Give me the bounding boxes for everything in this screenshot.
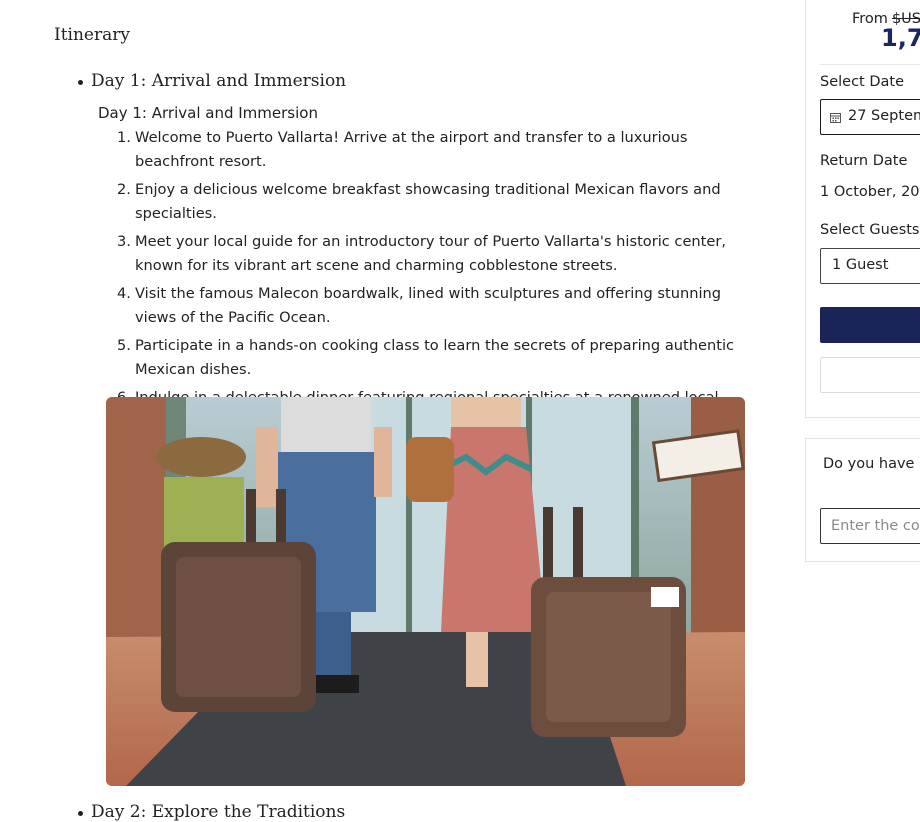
list-item: 1. Welcome to Puerto Vallarta! Arrive at … [117, 126, 747, 174]
travelers-luggage-photo [106, 397, 745, 786]
day-2-title[interactable]: Day 2: Explore the Traditions [91, 802, 345, 822]
item-text: Welcome to Puerto Vallarta! Arrive at th… [135, 129, 688, 170]
coupon-question: Do you have a [823, 456, 920, 472]
itinerary-heading: Itinerary [54, 25, 130, 45]
item-number: 2. [117, 181, 131, 198]
book-now-button[interactable] [820, 307, 920, 343]
select-guests-label: Select Guests [820, 222, 920, 238]
return-date-value: 1 October, 202 [820, 184, 920, 200]
guests-value: 1 Guest [832, 257, 889, 273]
date-picker-input[interactable]: 27 Septem [820, 99, 920, 135]
select-date-label: Select Date [820, 74, 904, 90]
list-item: 4. Visit the famous Malecon boardwalk, li… [117, 282, 747, 330]
activity-list: 1. Welcome to Puerto Vallarta! Arrive at … [117, 126, 747, 438]
item-number: 1. [117, 129, 131, 146]
coupon-code-input[interactable] [820, 508, 920, 544]
list-item: 2. Enjoy a delicious welcome breakfast sh… [117, 178, 747, 226]
bullet [78, 80, 83, 85]
list-item: 3. Meet your local guide for an introduct… [117, 230, 747, 278]
item-text: Enjoy a delicious welcome breakfast show… [135, 181, 721, 222]
day-1-title[interactable]: Day 1: Arrival and Immersion [91, 71, 346, 91]
item-number: 4. [117, 285, 131, 302]
item-number: 3. [117, 233, 131, 250]
divider [820, 64, 920, 65]
return-date-label: Return Date [820, 153, 908, 169]
item-text: Visit the famous Malecon boardwalk, line… [135, 285, 722, 326]
item-number: 5. [117, 337, 131, 354]
calendar-icon [830, 113, 841, 123]
day-1-subtitle: Day 1: Arrival and Immersion [98, 104, 318, 122]
item-text: Meet your local guide for an introductor… [135, 233, 727, 274]
guests-select[interactable]: 1 Guest [820, 248, 920, 284]
secondary-action-button[interactable] [820, 357, 920, 393]
booking-card [805, 0, 920, 418]
item-text: Participate in a hands-on cooking class … [135, 337, 735, 378]
current-price: 1,79 [881, 24, 920, 52]
list-item: 5. Participate in a hands-on cooking clas… [117, 334, 747, 382]
date-value: 27 Septem [848, 108, 920, 124]
